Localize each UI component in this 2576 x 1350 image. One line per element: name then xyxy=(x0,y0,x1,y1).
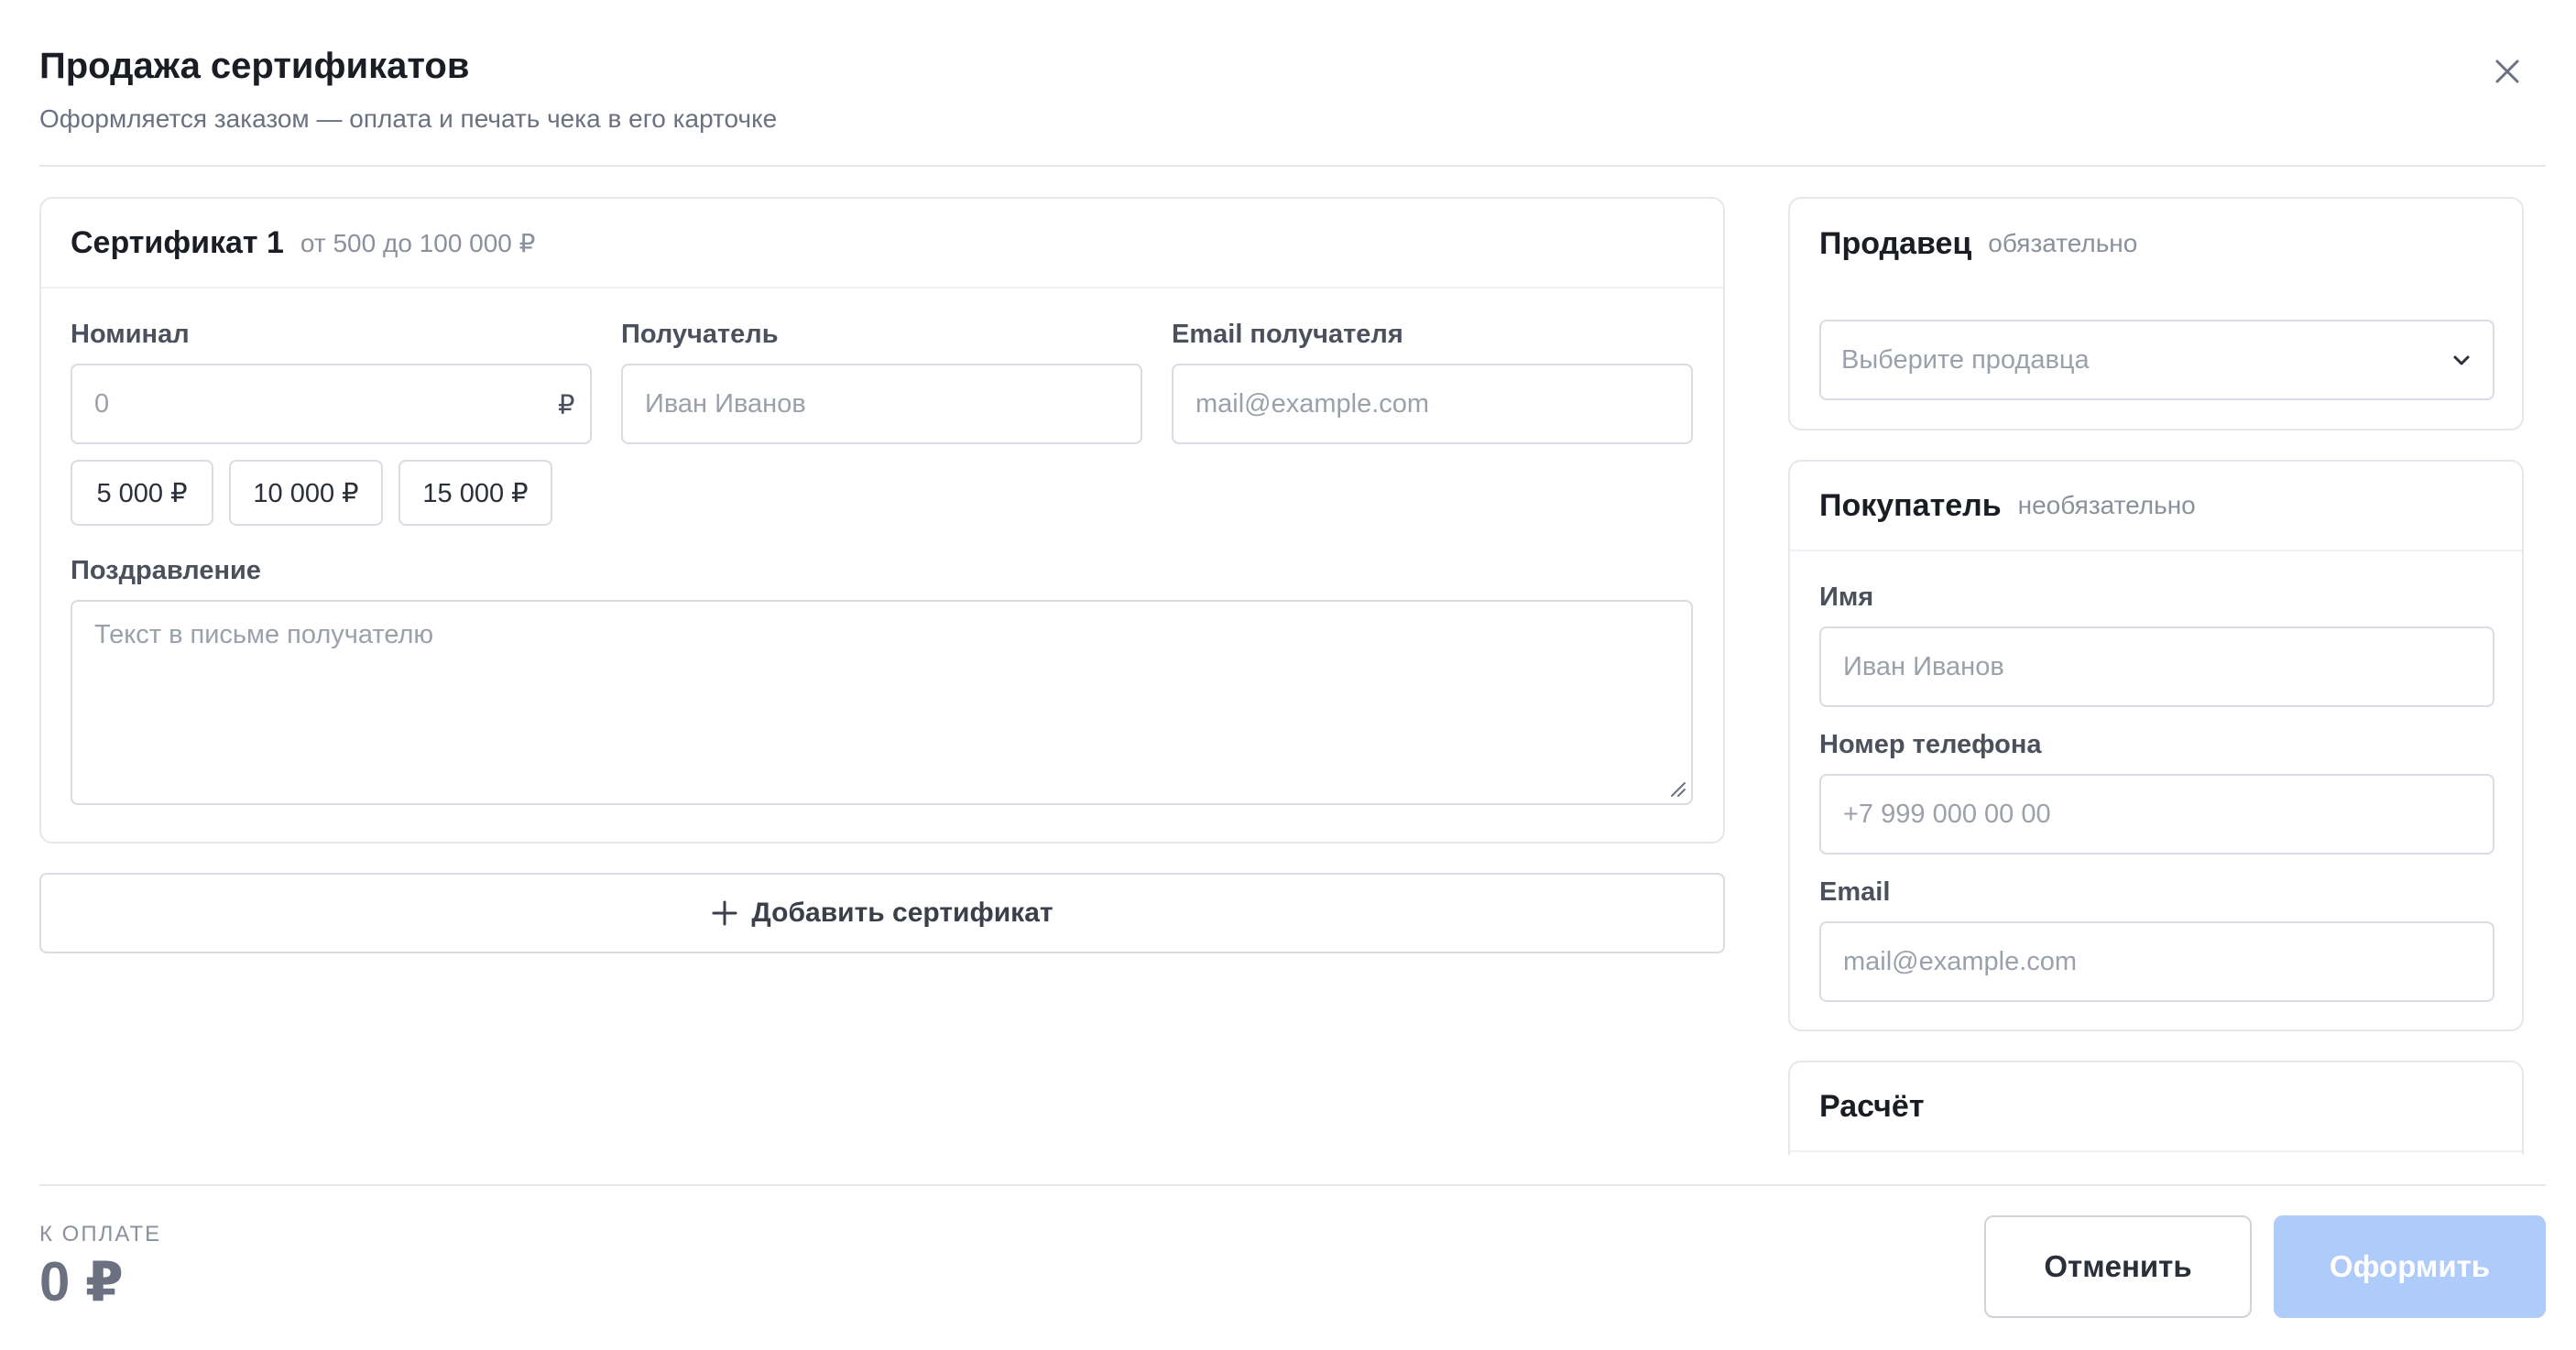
footer-divider xyxy=(39,1184,2546,1186)
add-certificate-label: Добавить сертификат xyxy=(751,898,1053,928)
close-icon xyxy=(2495,60,2519,83)
calculation-card-header: Расчёт xyxy=(1790,1062,2522,1152)
certificate-title: Сертификат 1 xyxy=(71,224,284,260)
nominal-input[interactable] xyxy=(71,364,592,444)
buyer-email-input[interactable] xyxy=(1819,921,2494,1002)
chevron-down-icon xyxy=(2453,355,2470,365)
seller-required-hint: обязательно xyxy=(1988,229,2138,257)
buyer-title: Покупатель xyxy=(1819,487,2002,523)
amount-due-label: К ОПЛАТЕ xyxy=(39,1222,162,1247)
buyer-email-label: Email xyxy=(1819,877,1891,907)
calculation-title: Расчёт xyxy=(1819,1088,1925,1124)
calculation-card-clip: Расчёт xyxy=(1788,1061,2524,1155)
seller-title: Продавец xyxy=(1819,225,1972,261)
certificate-card: Сертификат 1 от 500 до 100 000 ₽ Номинал… xyxy=(39,197,1725,844)
seller-select-placeholder: Выберите продавца xyxy=(1841,344,2090,375)
preset-chip-15000[interactable]: 15 000 ₽ xyxy=(398,460,552,526)
currency-suffix: ₽ xyxy=(558,391,575,420)
buyer-optional-hint: необязательно xyxy=(2017,491,2196,519)
greeting-textarea[interactable] xyxy=(71,600,1693,805)
recipient-email-input[interactable] xyxy=(1172,364,1693,444)
buyer-card-header: Покупатель необязательно xyxy=(1790,462,2522,551)
cancel-button[interactable]: Отменить xyxy=(1984,1215,2252,1318)
add-certificate-button[interactable]: Добавить сертификат xyxy=(39,873,1725,953)
recipient-email-label: Email получателя xyxy=(1172,320,1403,349)
seller-card-header: Продавец обязательно xyxy=(1790,199,2522,289)
submit-button[interactable]: Оформить xyxy=(2274,1215,2546,1318)
preset-chip-5000[interactable]: 5 000 ₽ xyxy=(71,460,213,526)
buyer-card: Покупатель необязательно Имя Номер телеф… xyxy=(1788,460,2524,1031)
resize-grip-icon[interactable] xyxy=(1668,779,1686,798)
amount-due-value: 0 ₽ xyxy=(39,1251,124,1312)
recipient-input[interactable] xyxy=(621,364,1142,444)
seller-select[interactable]: Выберите продавца xyxy=(1819,320,2494,400)
preset-chip-10000[interactable]: 10 000 ₽ xyxy=(229,460,383,526)
close-button[interactable] xyxy=(2487,51,2527,92)
dialog-title: Продажа сертификатов xyxy=(39,46,470,86)
certificate-card-header: Сертификат 1 от 500 до 100 000 ₽ xyxy=(41,199,1723,289)
calculation-card: Расчёт xyxy=(1788,1061,2524,1155)
dialog-header: Продажа сертификатов Оформляется заказом… xyxy=(39,40,2546,136)
header-divider xyxy=(39,165,2546,167)
recipient-label: Получатель xyxy=(621,320,779,349)
seller-card: Продавец обязательно Выберите продавца xyxy=(1788,197,2524,430)
greeting-label: Поздравление xyxy=(71,556,261,585)
buyer-name-input[interactable] xyxy=(1819,626,2494,707)
plus-icon xyxy=(712,900,737,926)
nominal-label: Номинал xyxy=(71,320,190,349)
buyer-phone-label: Номер телефона xyxy=(1819,730,2042,759)
dialog-subtitle: Оформляется заказом — оплата и печать че… xyxy=(39,104,778,133)
buyer-phone-input[interactable] xyxy=(1819,774,2494,855)
buyer-name-label: Имя xyxy=(1819,582,1874,612)
certificate-range-hint: от 500 до 100 000 ₽ xyxy=(300,228,536,257)
